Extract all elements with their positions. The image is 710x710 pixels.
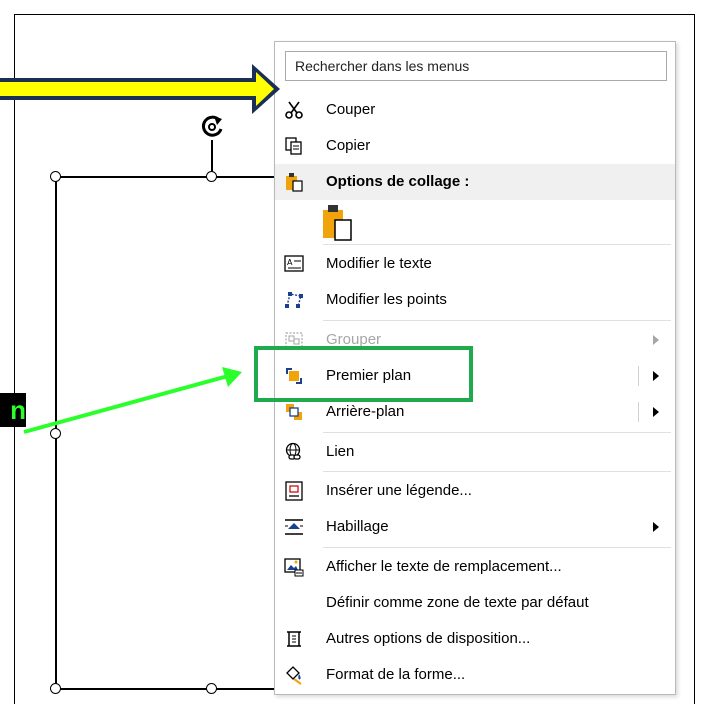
menu-divider bbox=[323, 432, 671, 433]
shape-bottom-border bbox=[55, 688, 275, 690]
rotate-handle-icon[interactable] bbox=[197, 112, 227, 142]
menu-item-label: Modifier les points bbox=[326, 291, 447, 308]
menu-item-edit-points[interactable]: Modifier les points bbox=[275, 282, 675, 318]
alt-text-icon bbox=[284, 557, 304, 577]
search-menus-input[interactable]: Rechercher dans les menus bbox=[285, 51, 667, 81]
menu-item-label: Copier bbox=[326, 137, 371, 154]
paste-options-header: Options de collage : bbox=[275, 164, 675, 200]
scissors-icon bbox=[284, 100, 304, 120]
resize-handle-middle-left[interactable] bbox=[50, 428, 61, 439]
resize-handle-top-left[interactable] bbox=[50, 171, 61, 182]
link-icon bbox=[284, 442, 304, 462]
svg-text:A: A bbox=[287, 258, 293, 267]
menu-item-format-shape[interactable]: Format de la forme... bbox=[275, 657, 675, 693]
split-separator bbox=[638, 402, 639, 422]
shape-top-border bbox=[55, 176, 275, 178]
menu-item-label: Définir comme zone de texte par défaut bbox=[326, 594, 589, 611]
split-separator bbox=[638, 366, 639, 386]
menu-item-label: Autres options de disposition... bbox=[326, 630, 531, 647]
menu-item-label: Afficher le texte de remplacement... bbox=[326, 558, 562, 575]
menu-divider bbox=[323, 547, 671, 548]
format-shape-icon bbox=[284, 665, 304, 685]
edit-points-icon bbox=[284, 290, 304, 310]
paste-large-icon bbox=[321, 204, 355, 242]
resize-handle-bottom-middle[interactable] bbox=[206, 683, 217, 694]
menu-item-edit-text[interactable]: A Modifier le texte bbox=[275, 246, 675, 282]
callout-label: n bbox=[0, 393, 26, 427]
menu-item-insert-caption[interactable]: Insérer une légende... bbox=[275, 473, 675, 509]
menu-item-label: Lien bbox=[326, 443, 355, 460]
menu-item-label: Habillage bbox=[326, 518, 389, 535]
menu-item-set-default-textbox[interactable]: Définir comme zone de texte par défaut bbox=[275, 585, 675, 621]
menu-item-link[interactable]: Lien bbox=[275, 434, 675, 470]
highlight-box bbox=[254, 346, 473, 402]
wrap-text-icon bbox=[284, 517, 304, 537]
submenu-arrow-icon bbox=[653, 335, 659, 345]
menu-item-label: Modifier le texte bbox=[326, 255, 432, 272]
menu-item-label: Arrière-plan bbox=[326, 403, 405, 420]
submenu-arrow-icon bbox=[653, 522, 659, 532]
copy-icon bbox=[284, 136, 304, 156]
menu-item-wrap-text[interactable]: Habillage bbox=[275, 509, 675, 545]
submenu-arrow-icon[interactable] bbox=[653, 407, 659, 417]
resize-handle-top-middle[interactable] bbox=[206, 171, 217, 182]
menu-item-label: Couper bbox=[326, 101, 376, 118]
section-header-label: Options de collage : bbox=[326, 173, 470, 190]
menu-item-more-layout-options[interactable]: Autres options de disposition... bbox=[275, 621, 675, 657]
send-to-back-icon bbox=[284, 402, 304, 422]
paste-icon bbox=[284, 172, 304, 192]
menu-item-view-alt-text[interactable]: Afficher le texte de remplacement... bbox=[275, 549, 675, 585]
paste-option-keep-source[interactable] bbox=[275, 202, 675, 244]
submenu-arrow-icon[interactable] bbox=[653, 371, 659, 381]
menu-divider bbox=[323, 244, 671, 245]
layout-options-icon bbox=[284, 629, 304, 649]
edit-text-icon: A bbox=[284, 254, 304, 274]
menu-divider bbox=[323, 320, 671, 321]
resize-handle-bottom-left[interactable] bbox=[50, 683, 61, 694]
menu-item-copy[interactable]: Copier bbox=[275, 128, 675, 164]
menu-item-label: Insérer une légende... bbox=[326, 482, 472, 499]
menu-divider bbox=[323, 471, 671, 472]
menu-item-cut[interactable]: Couper bbox=[275, 92, 675, 128]
insert-caption-icon bbox=[284, 481, 304, 501]
menu-item-label: Format de la forme... bbox=[326, 666, 466, 683]
